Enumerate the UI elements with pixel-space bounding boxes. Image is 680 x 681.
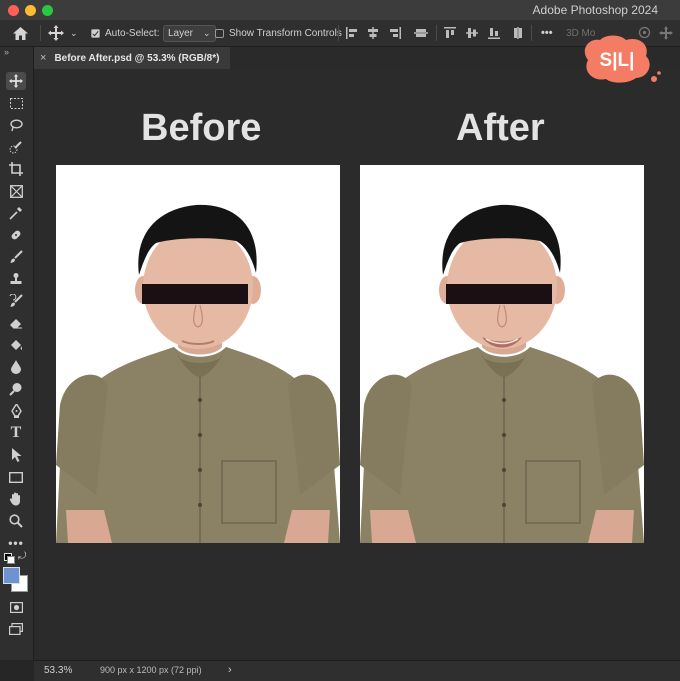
- before-portrait-image: [56, 204, 340, 543]
- move-tool-icon[interactable]: [6, 72, 26, 90]
- align-middle-icon[interactable]: [466, 27, 478, 39]
- document-tab[interactable]: × Before After.psd @ 53.3% (RGB/8*): [34, 47, 230, 69]
- document-info: 900 px x 1200 px (72 ppi): [100, 665, 202, 675]
- foreground-color-swatch[interactable]: [3, 567, 20, 584]
- after-heading: After: [456, 107, 545, 149]
- clone-stamp-tool-icon[interactable]: [6, 270, 26, 288]
- more-options-button[interactable]: •••: [541, 20, 553, 46]
- marquee-tool-icon[interactable]: [6, 94, 26, 112]
- auto-select-value: Layer: [168, 27, 194, 39]
- pen-tool-icon[interactable]: [6, 402, 26, 420]
- distribute-horizontal-icon[interactable]: [414, 27, 428, 39]
- blur-tool-icon[interactable]: [6, 358, 26, 376]
- show-transform-label: Show Transform Controls: [229, 27, 342, 39]
- zoom-level[interactable]: 53.3%: [44, 665, 72, 676]
- align-left-icon[interactable]: [346, 27, 358, 39]
- auto-select-label: Auto-Select:: [105, 27, 160, 39]
- align-right-icon[interactable]: [389, 27, 401, 39]
- title-bar: Adobe Photoshop 2024: [0, 0, 680, 20]
- close-window-button[interactable]: [8, 5, 19, 16]
- zoom-tool-icon[interactable]: [6, 512, 26, 530]
- crop-tool-icon[interactable]: [6, 160, 26, 178]
- more-tools-icon[interactable]: •••: [6, 534, 26, 552]
- after-portrait-image: [360, 204, 644, 543]
- swap-colors-icon[interactable]: ⤾: [18, 551, 26, 562]
- eyedropper-tool-icon[interactable]: [6, 204, 26, 222]
- home-icon: [13, 26, 28, 40]
- after-photo: [360, 165, 644, 543]
- home-button[interactable]: [12, 20, 29, 46]
- status-bar: 53.3% 900 px x 1200 px (72 ppi) ›: [34, 660, 680, 681]
- align-top-icon[interactable]: [444, 27, 456, 39]
- align-bottom-icon[interactable]: [488, 27, 500, 39]
- frame-tool-icon[interactable]: [6, 182, 26, 200]
- tools-panel: » T ••• ⤾: [0, 47, 34, 660]
- move-icon: [48, 25, 64, 41]
- sl-logo-badge: S|L|: [584, 35, 661, 83]
- type-tool-icon[interactable]: T: [6, 424, 26, 442]
- chevron-down-icon: ⌄: [70, 27, 78, 38]
- default-colors-icon[interactable]: [4, 553, 15, 564]
- chevron-down-icon: ⌄: [203, 27, 211, 38]
- history-brush-tool-icon[interactable]: [6, 292, 26, 310]
- align-center-icon[interactable]: [367, 27, 379, 39]
- close-tab-icon[interactable]: ×: [40, 52, 46, 64]
- collapse-panel-icon[interactable]: »: [4, 47, 9, 57]
- auto-select-toggle[interactable]: Auto-Select:: [91, 20, 159, 46]
- document-tab-label: Before After.psd @ 53.3% (RGB/8*): [54, 52, 220, 64]
- show-transform-checkbox[interactable]: [215, 28, 224, 38]
- distribute-vertical-icon[interactable]: [512, 27, 524, 39]
- app-title: Adobe Photoshop 2024: [532, 3, 658, 17]
- path-select-tool-icon[interactable]: [6, 446, 26, 464]
- eraser-tool-icon[interactable]: [6, 314, 26, 332]
- brush-tool-icon[interactable]: [6, 248, 26, 266]
- auto-select-checkbox[interactable]: [91, 28, 100, 38]
- hand-tool-icon[interactable]: [6, 490, 26, 508]
- before-heading: Before: [141, 107, 262, 149]
- before-photo: [56, 165, 340, 543]
- show-transform-toggle[interactable]: Show Transform Controls: [215, 20, 342, 46]
- dodge-tool-icon[interactable]: [6, 380, 26, 398]
- status-menu-arrow[interactable]: ›: [228, 664, 232, 676]
- quick-mask-icon[interactable]: [6, 598, 26, 616]
- rectangle-tool-icon[interactable]: [6, 468, 26, 486]
- quick-select-tool-icon[interactable]: [6, 138, 26, 156]
- healing-brush-tool-icon[interactable]: [6, 226, 26, 244]
- move-tool-preset-button[interactable]: ⌄: [48, 20, 78, 46]
- sl-logo-text: S|L|: [600, 50, 635, 71]
- zoom-window-button[interactable]: [42, 5, 53, 16]
- minimize-window-button[interactable]: [25, 5, 36, 16]
- paint-bucket-tool-icon[interactable]: [6, 336, 26, 354]
- lasso-tool-icon[interactable]: [6, 116, 26, 134]
- canvas-area[interactable]: Before After: [34, 69, 680, 660]
- screen-mode-icon[interactable]: [6, 620, 26, 638]
- auto-select-dropdown[interactable]: Layer ⌄: [163, 20, 216, 46]
